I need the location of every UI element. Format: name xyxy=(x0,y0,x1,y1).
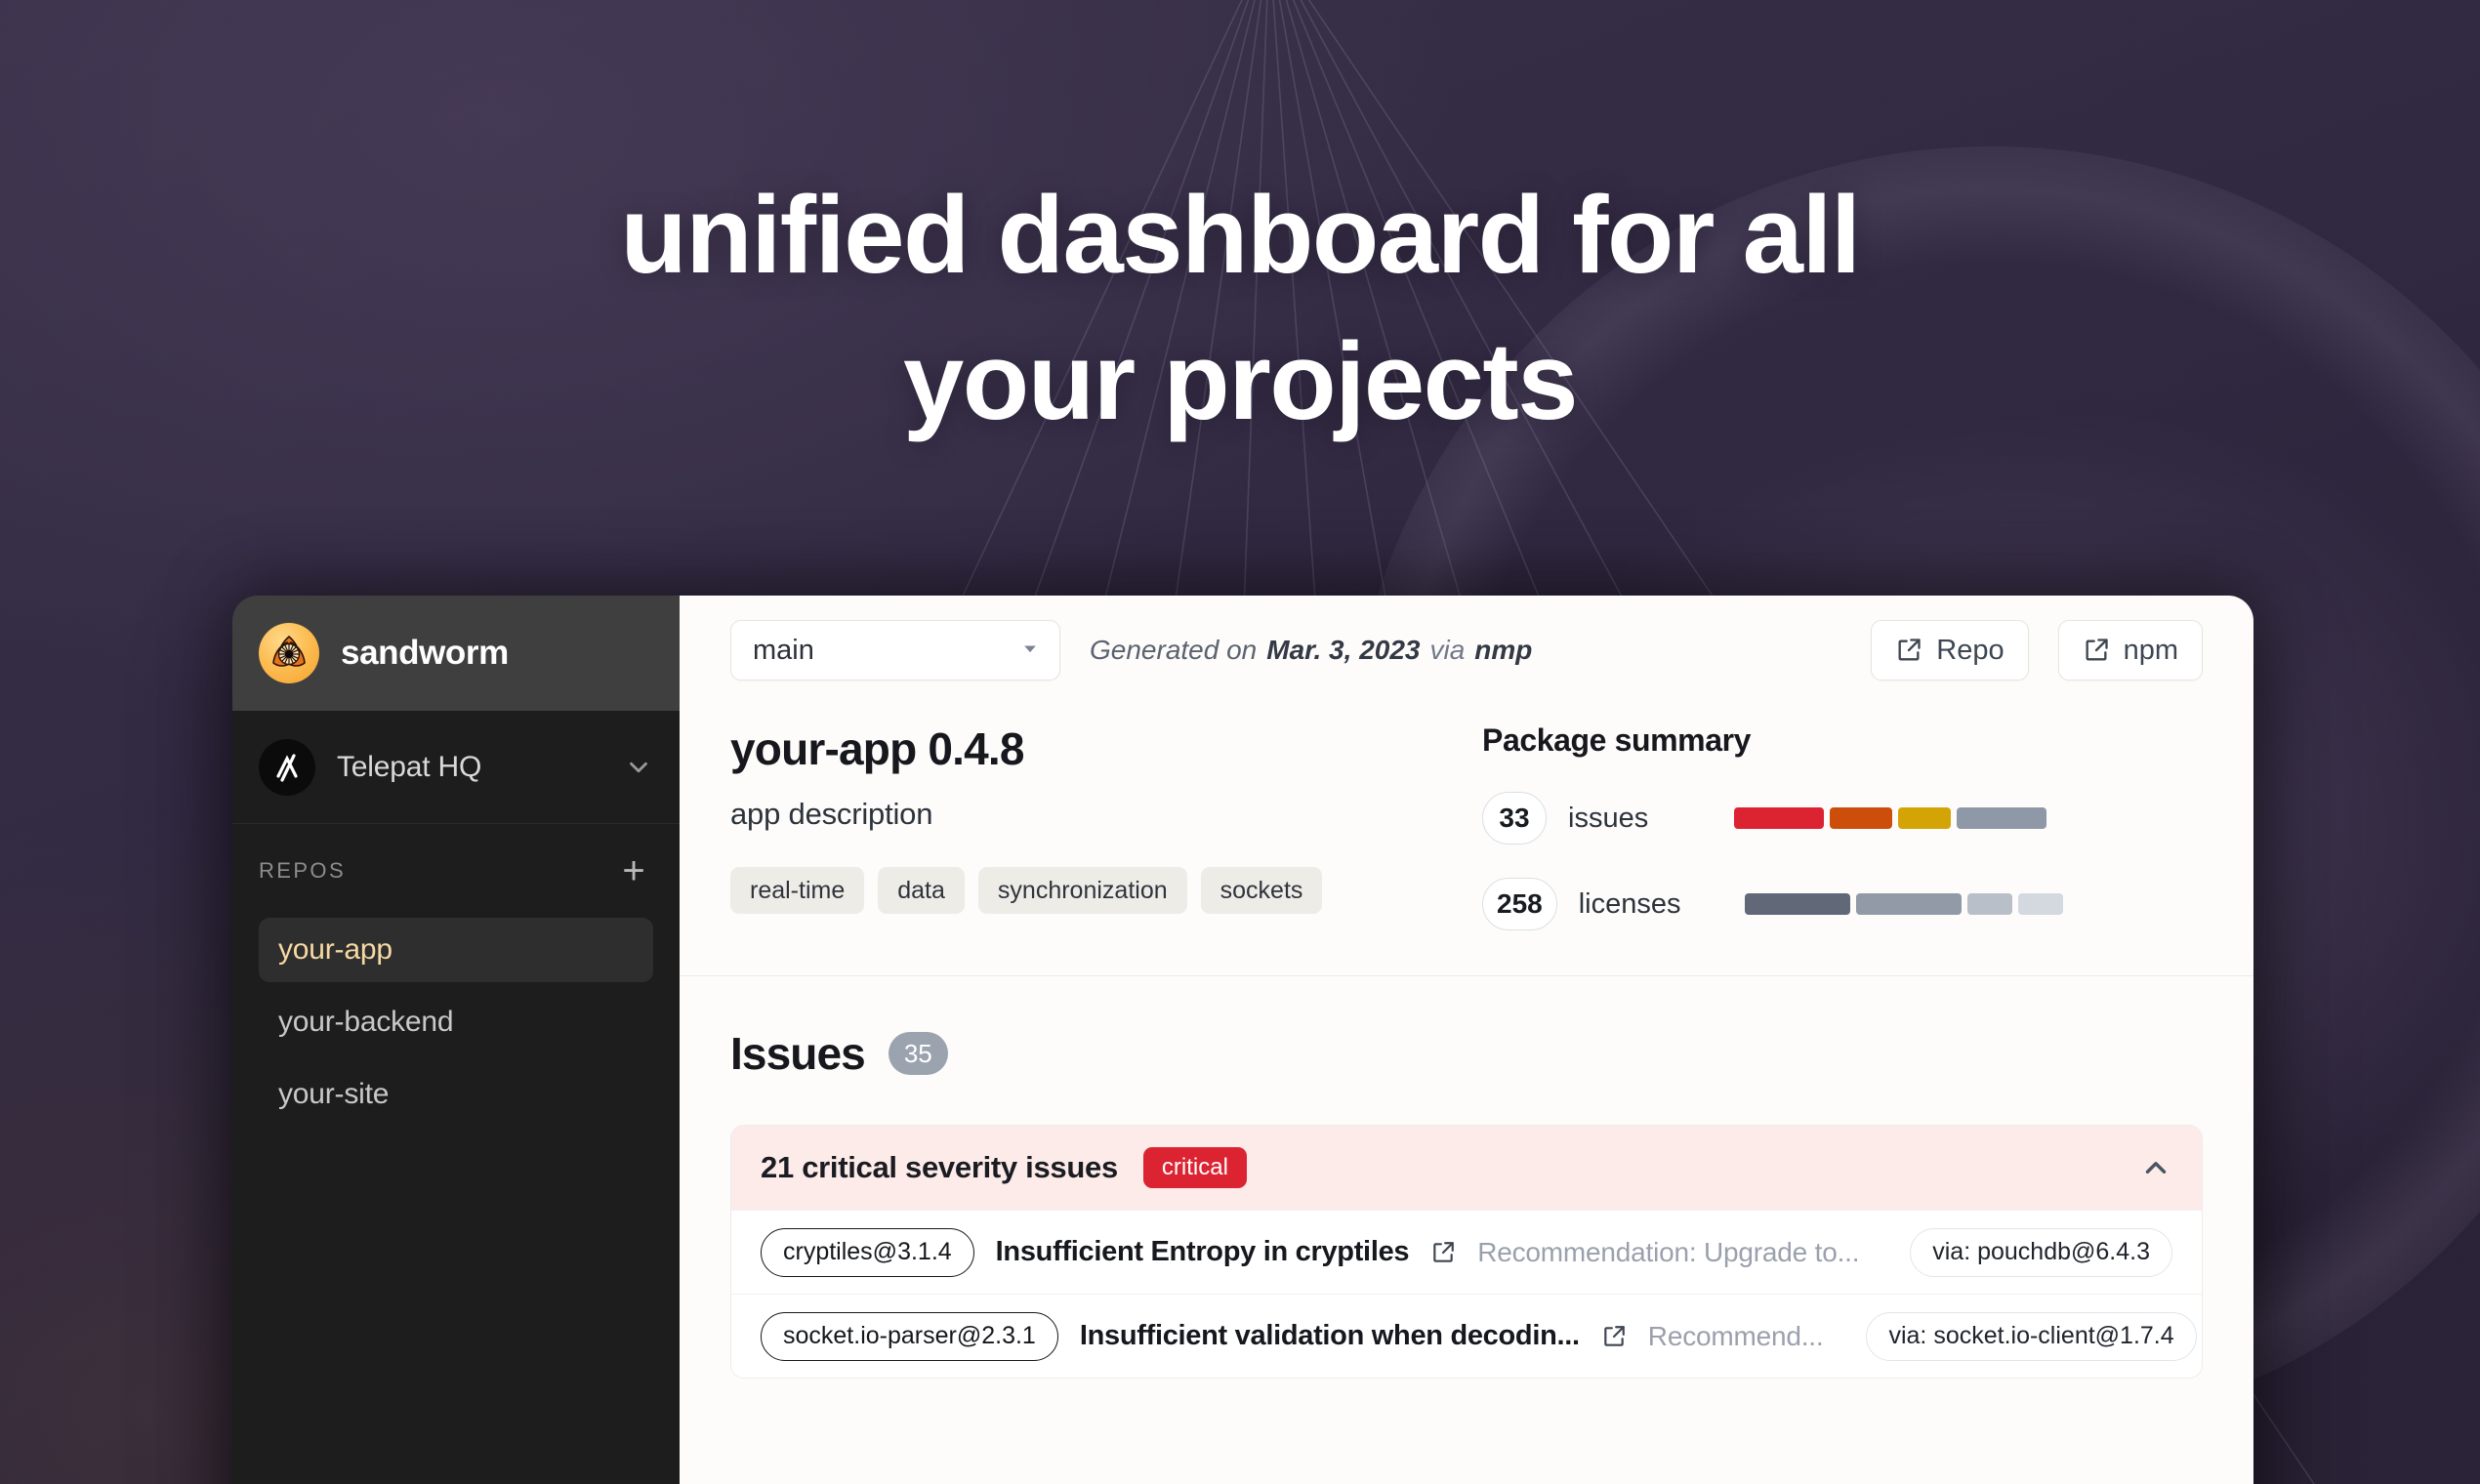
licenses-count-pill: 258 xyxy=(1482,878,1557,930)
package-description: app description xyxy=(730,797,933,831)
repos-section-header: REPOS + xyxy=(232,824,680,918)
sidebar-brand-name: sandworm xyxy=(341,634,509,672)
package-summary-area: your-app 0.4.8 app description real-time… xyxy=(680,705,2253,976)
external-link-icon xyxy=(2083,637,2110,664)
repos-section-label: REPOS xyxy=(259,858,347,883)
issue-recommendation: Recommendation: Upgrade to... xyxy=(1477,1236,1860,1267)
licenses-row-label: licenses xyxy=(1578,887,1681,920)
summary-row-issues: 33 issues xyxy=(1482,792,2203,845)
add-repo-button[interactable]: + xyxy=(614,851,653,890)
sidebar: sandworm Telepat HQ REPOS + your-app you… xyxy=(232,596,680,1484)
package-summary-title: Package summary xyxy=(1482,722,1752,758)
sandworm-logo-icon xyxy=(259,623,319,683)
status-badge: critical xyxy=(1142,1147,1247,1188)
org-switcher[interactable]: Telepat HQ xyxy=(232,711,680,824)
npm-link-button[interactable]: npm xyxy=(2057,620,2203,680)
package-info: your-app 0.4.8 app description real-time… xyxy=(730,722,1453,930)
hero-headline-line-2: your projects xyxy=(902,320,1579,442)
licenses-distribution-bar xyxy=(1744,893,2063,915)
issue-title: Insufficient Entropy in cryptiles xyxy=(995,1236,1410,1267)
bar-segment xyxy=(1966,893,2012,915)
issues-count-badge: 35 xyxy=(888,1032,948,1075)
repo-item-label: your-backend xyxy=(278,1006,454,1038)
issues-count-pill: 33 xyxy=(1482,792,1547,845)
org-name: Telepat HQ xyxy=(337,750,482,783)
sidebar-brand[interactable]: sandworm xyxy=(232,596,680,711)
package-tag[interactable]: sockets xyxy=(1200,867,1323,914)
issue-title: Insufficient validation when decodin... xyxy=(1079,1320,1580,1351)
generated-info: Generated on Mar. 3, 2023 via nmp xyxy=(1090,635,1532,666)
issue-row[interactable]: socket.io-parser@2.3.1 Insufficient vali… xyxy=(731,1294,2202,1378)
generated-via-label: via xyxy=(1429,635,1466,665)
generated-prefix: Generated on xyxy=(1090,635,1258,665)
package-summary: Package summary 33 issues 258 licenses xyxy=(1472,722,2203,930)
bar-segment xyxy=(1734,807,1824,829)
issue-package-chip: cryptiles@3.1.4 xyxy=(761,1227,974,1277)
page-title: your-app 0.4.8 xyxy=(730,723,1024,774)
package-tags: real-time data synchronization sockets xyxy=(730,867,1453,914)
package-tag[interactable]: real-time xyxy=(730,867,865,914)
issue-via-chip: via: socket.io-client@1.7.4 xyxy=(1866,1311,2197,1361)
bar-segment xyxy=(1830,807,1892,829)
hero-headline-line-1: unified dashboard for all xyxy=(620,174,1861,296)
npm-link-label: npm xyxy=(2123,634,2178,666)
chevron-down-icon xyxy=(1020,639,1040,663)
external-link-icon xyxy=(1895,637,1922,664)
sidebar-item-your-backend[interactable]: your-backend xyxy=(259,990,653,1054)
sidebar-item-your-app[interactable]: your-app xyxy=(259,918,653,982)
package-tag[interactable]: synchronization xyxy=(977,867,1187,914)
chevron-down-icon[interactable] xyxy=(624,753,653,782)
issue-recommendation: Recommend... xyxy=(1647,1320,1824,1351)
issue-via-chip: via: pouchdb@6.4.3 xyxy=(1910,1227,2172,1277)
main-panel: main Generated on Mar. 3, 2023 via nmp R… xyxy=(680,596,2253,1484)
org-avatar xyxy=(259,738,315,796)
issues-header: Issues 35 xyxy=(730,1027,2203,1080)
repo-list: your-app your-backend your-site xyxy=(232,918,680,1127)
chevron-up-icon[interactable] xyxy=(2139,1151,2172,1184)
summary-row-licenses: 258 licenses xyxy=(1482,878,2203,930)
issues-title: Issues xyxy=(730,1028,866,1079)
issue-row[interactable]: cryptiles@3.1.4 Insufficient Entropy in … xyxy=(731,1210,2202,1294)
external-link-icon[interactable] xyxy=(1430,1240,1456,1265)
external-link-icon[interactable] xyxy=(1601,1324,1627,1349)
app-window: sandworm Telepat HQ REPOS + your-app you… xyxy=(232,596,2253,1484)
repo-link-button[interactable]: Repo xyxy=(1871,620,2029,680)
severity-group-header[interactable]: 21 critical severity issues critical xyxy=(731,1126,2202,1210)
bar-segment xyxy=(1744,893,1850,915)
issues-row-label: issues xyxy=(1568,802,1649,834)
package-tag[interactable]: data xyxy=(878,867,965,914)
repo-link-label: Repo xyxy=(1936,634,2005,666)
issue-package-chip: socket.io-parser@2.3.1 xyxy=(761,1311,1058,1361)
issues-severity-bar xyxy=(1734,807,2046,829)
repo-item-label: your-app xyxy=(278,933,393,966)
bar-segment xyxy=(2017,893,2063,915)
sidebar-item-your-site[interactable]: your-site xyxy=(259,1062,653,1127)
repo-item-label: your-site xyxy=(278,1078,390,1110)
toolbar: main Generated on Mar. 3, 2023 via nmp R… xyxy=(680,596,2253,705)
branch-select[interactable]: main xyxy=(730,620,1060,680)
severity-group-critical: 21 critical severity issues critical cry… xyxy=(730,1125,2203,1379)
bar-segment xyxy=(1898,807,1951,829)
hero-headline: unified dashboard for all your projects xyxy=(0,181,2480,436)
branch-select-value: main xyxy=(753,634,814,666)
generated-tool: nmp xyxy=(1474,635,1533,665)
generated-date: Mar. 3, 2023 xyxy=(1266,635,1421,665)
bar-segment xyxy=(1957,807,2046,829)
severity-group-heading: 21 critical severity issues xyxy=(761,1150,1118,1184)
bar-segment xyxy=(1855,893,1962,915)
issues-section: Issues 35 21 critical severity issues cr… xyxy=(680,976,2253,1484)
